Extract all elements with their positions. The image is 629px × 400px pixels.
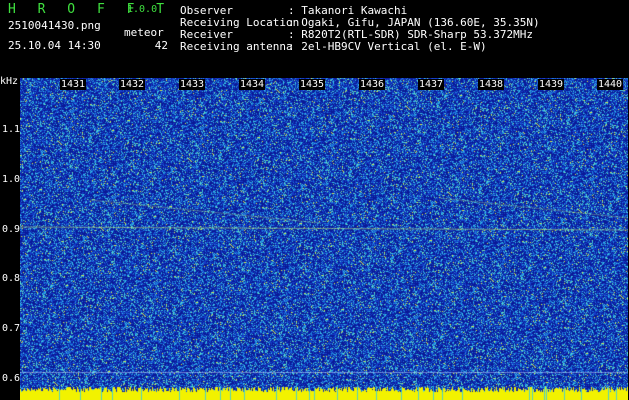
x-tick-label: 1437 — [418, 79, 445, 90]
x-tick-label: 1434 — [239, 79, 266, 90]
waterfall-spectrogram — [20, 78, 628, 400]
y-tick-label: 0.6 — [2, 373, 21, 384]
x-tick-label: 1431 — [60, 79, 87, 90]
x-tick-label: 1439 — [538, 79, 565, 90]
x-tick-label: 1435 — [299, 79, 326, 90]
y-tick-label: 1.0 — [2, 174, 21, 185]
x-tick-label: 1436 — [359, 79, 386, 90]
y-tick-label: 0.9 — [2, 224, 21, 235]
version-label: 1.0.0 — [127, 4, 158, 15]
y-tick-label: 0.7 — [2, 323, 21, 334]
info-antenna-value: : 2el-HB9CV Vertical (el. E-W) — [288, 40, 487, 53]
meteor-count: 42 — [154, 39, 168, 52]
filename-label: 2510041430.png — [8, 19, 101, 32]
y-tick-label: 0.8 — [2, 273, 21, 284]
x-tick-label: 1432 — [119, 79, 146, 90]
info-antenna-label: Receiving antenna — [180, 40, 293, 53]
meteor-label: meteor — [124, 26, 164, 39]
x-tick-label: 1440 — [597, 79, 624, 90]
datetime-label: 25.10.04 14:30 — [8, 39, 101, 52]
x-tick-label: 1438 — [478, 79, 505, 90]
y-tick-label: 1.1 — [2, 124, 21, 135]
x-tick-label: 1433 — [179, 79, 206, 90]
y-axis-unit: kHz — [0, 76, 19, 87]
